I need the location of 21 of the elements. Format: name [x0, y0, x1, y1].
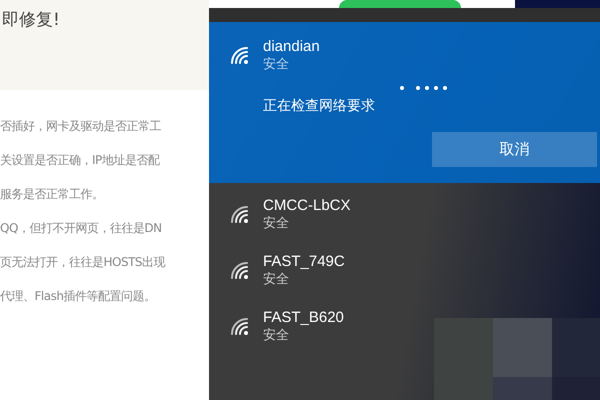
connection-status: 正在检查网络要求	[263, 97, 376, 115]
article-text: QQ，但打不开网页，往往是DN	[0, 220, 163, 236]
network-item[interactable]: CMCC-LbCX 安全	[227, 196, 351, 232]
network-item[interactable]: FAST_B620 安全	[227, 308, 344, 344]
security-label: 安全	[263, 271, 290, 288]
article-text: 页无法打开，往往是HOSTS出现	[0, 254, 166, 270]
network-name: FAST_B620	[263, 308, 344, 327]
article-text: 否插好，网卡及驱动是否正常工	[0, 118, 162, 134]
security-label: 安全	[263, 56, 290, 73]
article-text: 服务是否正常工作。	[0, 186, 104, 202]
network-name: FAST_749C	[263, 252, 345, 271]
network-name[interactable]: diandian	[263, 37, 320, 56]
network-item[interactable]: FAST_749C 安全	[227, 252, 345, 288]
cancel-button[interactable]: 取消	[432, 132, 597, 167]
article-text: 关设置是否正确，IP地址是否配	[0, 152, 161, 168]
progress-dots-icon	[399, 85, 449, 91]
security-label: 安全	[263, 327, 290, 344]
article-title: 即修复!	[1, 10, 60, 30]
security-label: 安全	[263, 215, 290, 232]
article-text: 代理、Flash插件等配置问题。	[0, 288, 156, 304]
network-name: CMCC-LbCX	[263, 196, 351, 215]
